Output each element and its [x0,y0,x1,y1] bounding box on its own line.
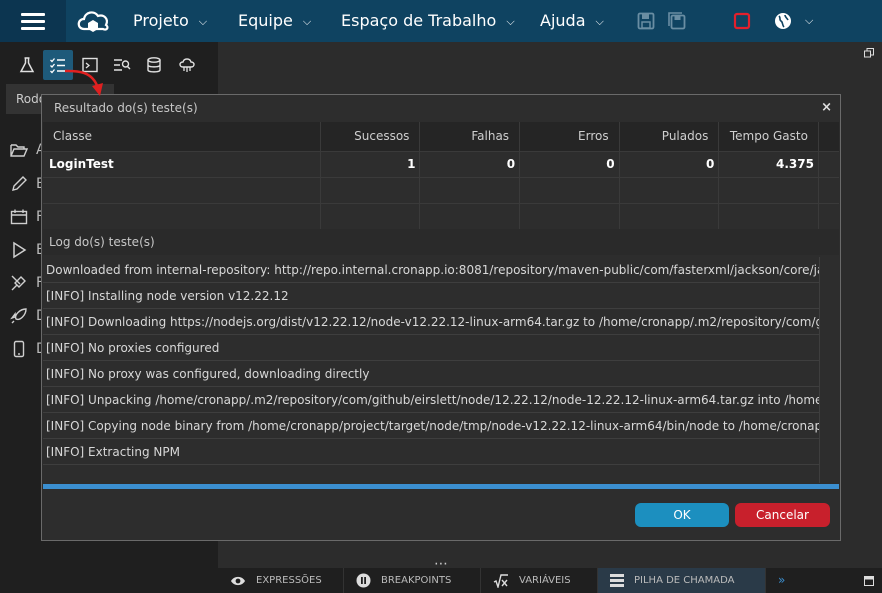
maximize-icon[interactable] [864,48,874,58]
chevron-down-icon: ⌵ [506,15,515,28]
more-tabs-icon[interactable]: » [778,573,785,587]
menu-label: Ajuda [540,11,586,30]
mobile-icon [13,340,25,358]
cloud-network-icon[interactable] [172,50,202,80]
menu-equipe[interactable]: Equipe ⌵ [238,0,311,42]
tab-variaveis[interactable]: VARIÁVEIS [481,568,598,593]
tab-label: BREAKPOINTS [381,575,452,586]
save-all-icon[interactable] [667,11,687,31]
search-list-icon[interactable] [107,50,137,80]
tab-label: EXPRESSÕES [256,575,322,586]
tools-icon [11,275,26,291]
log-line: [INFO] Unpacking /home/cronapp/.m2/repos… [43,387,819,413]
annotation-arrow-icon [64,69,103,96]
cell-pulados: 0 [619,150,720,177]
tab-expressoes[interactable]: EXPRESSÕES [218,568,344,593]
menu-ajuda[interactable]: Ajuda ⌵ [540,0,604,42]
save-icon[interactable] [636,11,656,31]
hamburger-menu-button[interactable] [0,0,66,42]
column-header-pulados[interactable]: Pulados [619,122,720,151]
tab-breakpoints[interactable]: BREAKPOINTS [344,568,481,593]
rocket-icon [10,308,27,324]
menu-espaco-de-trabalho[interactable]: Espaço de Trabalho ⌵ [341,0,515,42]
table-row-empty [43,202,839,229]
cell-sucessos: 1 [320,150,421,177]
pencil-icon [12,176,27,191]
tab-label: VARIÁVEIS [519,575,571,586]
folder-open-icon [10,144,28,157]
cloud-logo-icon [77,11,109,32]
calendar-icon [10,209,28,225]
flask-icon[interactable] [12,50,42,80]
close-icon[interactable]: × [821,100,832,115]
column-header-erros[interactable]: Erros [519,122,620,151]
panel-toggle-icon[interactable] [864,576,874,586]
debug-bottom-bar: EXPRESSÕES BREAKPOINTS VARIÁVEIS PILHA D… [218,568,882,593]
log-line: [INFO] Copying node binary from /home/cr… [43,413,819,439]
column-header-tempo-gasto[interactable]: Tempo Gasto [718,122,819,151]
globe-icon[interactable] [773,11,793,31]
column-header-sucessos[interactable]: Sucessos [320,122,421,151]
chevron-down-icon: ⌵ [595,15,604,28]
results-table: Classe Sucessos Falhas Erros Pulados Tem… [43,122,839,229]
menu-label: Espaço de Trabalho [341,11,497,30]
cell-tempo-gasto: 4.375 [718,150,819,177]
cancel-button[interactable]: Cancelar [735,503,830,527]
log-line: [INFO] No proxy was configured, download… [43,361,819,387]
tab-label: PILHA DE CHAMADA [634,575,735,586]
scrollbar-header [818,122,839,151]
hamburger-icon [21,11,45,32]
log-list[interactable]: Downloaded from internal-repository: htt… [43,257,839,483]
test-results-dialog: Resultado do(s) teste(s) × Classe Sucess… [41,94,841,541]
menu-label: Projeto [133,11,189,30]
cell-erros: 0 [519,150,620,177]
table-row[interactable]: LoginTest 1 0 0 0 4.375 [43,150,839,177]
cell-classe: LoginTest [43,150,321,177]
database-icon[interactable] [139,50,169,80]
progress-bar [43,484,839,489]
column-header-falhas[interactable]: Falhas [419,122,521,151]
ok-button[interactable]: OK [635,503,729,527]
log-line: Downloaded from internal-repository: htt… [43,257,819,283]
pause-circle-icon [356,573,371,588]
chevron-down-icon: ⌵ [198,15,208,28]
menu-projeto[interactable]: Projeto ⌵ [133,0,207,42]
cell-falhas: 0 [419,150,521,177]
tab-pilha-de-chamada[interactable]: PILHA DE CHAMADA [598,568,766,593]
chevron-down-icon[interactable]: ⌵ [805,0,813,42]
dialog-title: Resultado do(s) teste(s) [42,95,840,121]
stop-icon[interactable] [732,11,752,31]
log-scrollbar[interactable] [819,257,839,483]
chevron-down-icon: ⌵ [302,15,312,28]
top-menu-bar: Projeto ⌵ Equipe ⌵ Espaço de Trabalho ⌵ Aju… [0,0,882,42]
play-icon [13,241,27,259]
square-root-x-icon [493,573,508,588]
table-row-empty [43,176,839,203]
column-header-classe[interactable]: Classe [43,122,321,151]
menu-label: Equipe [238,11,293,30]
log-line: [INFO] Downloading https://nodejs.org/di… [43,309,819,335]
table-header-row: Classe Sucessos Falhas Erros Pulados Tem… [43,122,839,151]
log-line: [INFO] Installing node version v12.22.12 [43,283,819,309]
log-line: [INFO] Extracting NPM [43,439,819,465]
eye-icon [231,576,245,585]
log-title: Log do(s) teste(s) [43,229,839,255]
log-line: [INFO] No proxies configured [43,335,819,361]
stack-list-icon [610,574,624,587]
